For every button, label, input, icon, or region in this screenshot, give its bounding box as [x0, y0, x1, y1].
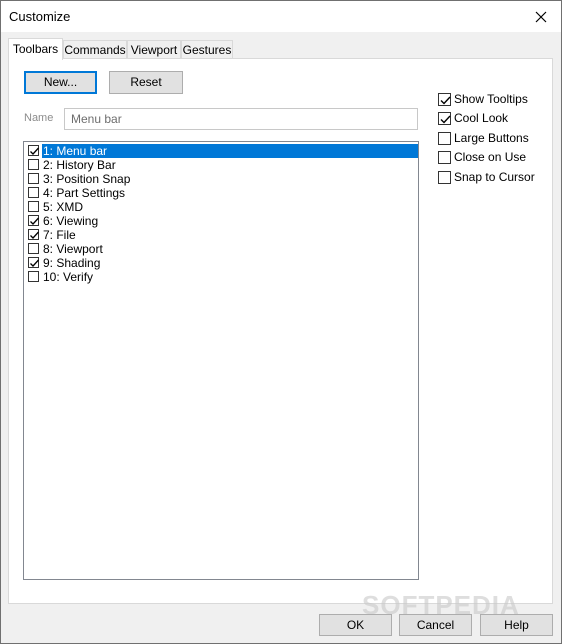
- title-bar: Customize: [1, 1, 561, 32]
- check-icon: [440, 115, 451, 124]
- window-title: Customize: [9, 9, 71, 24]
- checkbox[interactable]: [438, 132, 451, 145]
- name-input[interactable]: Menu bar: [64, 108, 418, 130]
- check-icon: [440, 96, 451, 105]
- list-item-label: 3: Position Snap: [43, 172, 131, 186]
- checkbox[interactable]: [28, 159, 39, 170]
- checkbox[interactable]: [28, 201, 39, 212]
- checkbox[interactable]: [438, 151, 451, 164]
- list-item-label: 7: File: [43, 228, 76, 242]
- option-label: Large Buttons: [454, 131, 529, 145]
- option-label: Cool Look: [454, 111, 509, 125]
- check-icon: [30, 147, 39, 155]
- ok-button[interactable]: OK: [319, 614, 392, 636]
- checkbox[interactable]: [28, 173, 39, 184]
- checkbox[interactable]: [28, 145, 39, 156]
- tab-gestures[interactable]: Gestures: [181, 40, 233, 59]
- list-item-label: 5: XMD: [43, 200, 84, 214]
- checkbox[interactable]: [28, 271, 39, 282]
- list-item[interactable]: 8: Viewport: [25, 242, 417, 256]
- list-item-label: 8: Viewport: [43, 242, 103, 256]
- list-item[interactable]: 6: Viewing: [25, 214, 417, 228]
- cancel-button[interactable]: Cancel: [399, 614, 472, 636]
- checkbox[interactable]: [28, 229, 39, 240]
- checkbox[interactable]: [28, 215, 39, 226]
- list-item[interactable]: 4: Part Settings: [25, 186, 417, 200]
- check-icon: [30, 259, 39, 267]
- check-icon: [30, 217, 39, 225]
- tab-commands[interactable]: Commands: [63, 40, 127, 59]
- list-item-label: 1: Menu bar: [42, 144, 418, 158]
- close-icon: [535, 11, 547, 22]
- name-label: Name: [24, 112, 54, 124]
- list-item[interactable]: 2: History Bar: [25, 158, 417, 172]
- list-item[interactable]: 7: File: [25, 228, 417, 242]
- list-item[interactable]: 10: Verify: [25, 270, 417, 284]
- checkbox[interactable]: [28, 243, 39, 254]
- list-item-label: 2: History Bar: [43, 158, 116, 172]
- toolbar-list[interactable]: 1: Menu bar 2: History Bar 3: Position S…: [23, 141, 419, 580]
- list-item-label: 4: Part Settings: [43, 186, 126, 200]
- list-item[interactable]: 1: Menu bar: [25, 144, 418, 158]
- checkbox[interactable]: [438, 171, 451, 184]
- reset-button[interactable]: Reset: [109, 71, 183, 94]
- option-label: Snap to Cursor: [454, 170, 535, 184]
- checkbox[interactable]: [28, 257, 39, 268]
- help-button[interactable]: Help: [480, 614, 553, 636]
- new-button[interactable]: New...: [24, 71, 97, 94]
- list-item[interactable]: 9: Shading: [25, 256, 417, 270]
- checkbox[interactable]: [438, 93, 451, 106]
- checkbox[interactable]: [438, 112, 451, 125]
- list-item-label: 10: Verify: [43, 270, 94, 284]
- option-label: Show Tooltips: [454, 92, 528, 106]
- option-label: Close on Use: [454, 150, 527, 164]
- list-item-label: 9: Shading: [43, 256, 101, 270]
- check-icon: [30, 231, 39, 239]
- tab-viewport[interactable]: Viewport: [127, 40, 181, 59]
- close-button[interactable]: [521, 1, 561, 32]
- list-item-label: 6: Viewing: [43, 214, 99, 228]
- checkbox[interactable]: [28, 187, 39, 198]
- list-item[interactable]: 5: XMD: [25, 200, 417, 214]
- list-item[interactable]: 3: Position Snap: [25, 172, 417, 186]
- tab-toolbars[interactable]: Toolbars: [8, 38, 63, 60]
